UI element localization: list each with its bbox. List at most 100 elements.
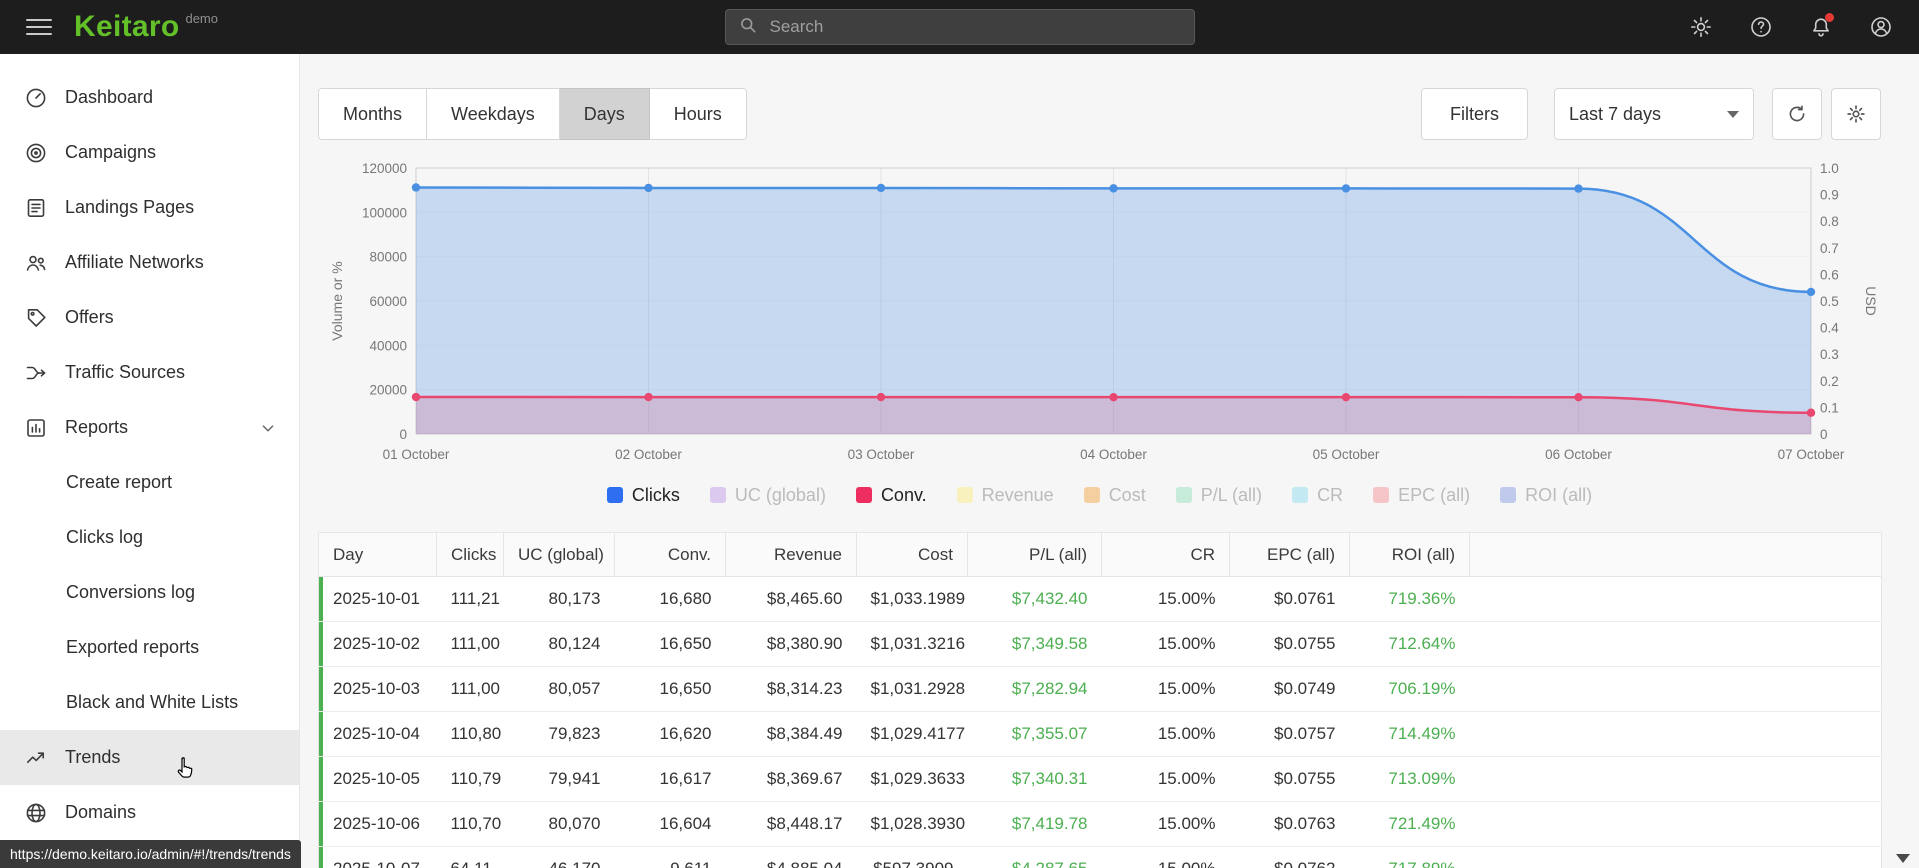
- sidebar-item-trends[interactable]: Trends: [0, 730, 299, 785]
- svg-text:06 October: 06 October: [1545, 447, 1612, 462]
- cell-uc-global: 46,170: [503, 846, 615, 868]
- cell-cr: 15.00%: [1101, 756, 1230, 802]
- svg-text:0: 0: [399, 427, 407, 442]
- status-url-tooltip: https://demo.keitaro.io/admin/#!/trends/…: [0, 840, 301, 868]
- sidebar-item-offers[interactable]: Offers: [0, 290, 299, 345]
- sidebar-item-domains[interactable]: Domains: [0, 785, 299, 840]
- toolbar-row: Months Weekdays Days Hours Filters Last 7 d…: [318, 88, 1881, 140]
- legend-item-clicks[interactable]: Clicks: [606, 485, 680, 506]
- column-header-cost[interactable]: Cost: [856, 532, 968, 577]
- legend-swatch: [1500, 487, 1517, 503]
- legend-item-roi-all[interactable]: ROI (all): [1500, 485, 1592, 506]
- legend-label: ROI (all): [1525, 484, 1593, 505]
- legend-swatch: [956, 487, 973, 503]
- sidebar-item-label: Exported reports: [66, 637, 200, 657]
- cell-cost: $1,031.3216: [856, 621, 968, 667]
- legend-item-epc-all[interactable]: EPC (all): [1373, 485, 1470, 506]
- legend-item-revenue[interactable]: Revenue: [956, 484, 1054, 506]
- column-header-roi-all[interactable]: ROI (all): [1349, 532, 1470, 577]
- cell-filler: [1469, 756, 1882, 802]
- sidebar-item-label: Traffic Sources: [65, 362, 186, 382]
- filters-button[interactable]: Filters: [1421, 88, 1528, 140]
- column-header-revenue[interactable]: Revenue: [725, 532, 857, 577]
- legend-item-p-l-all[interactable]: P/L (all): [1175, 485, 1262, 506]
- svg-text:20000: 20000: [369, 383, 407, 398]
- cell-clicks: 64,11: [436, 846, 504, 868]
- cell-revenue: $8,380.90: [725, 621, 857, 667]
- menu-icon[interactable]: [26, 14, 52, 40]
- help-icon[interactable]: [1749, 15, 1773, 39]
- column-header-p-l-all[interactable]: P/L (all): [967, 532, 1102, 577]
- column-header-epc-all[interactable]: EPC (all): [1229, 532, 1350, 577]
- sidebar-item-conversions-log[interactable]: Conversions log: [0, 565, 299, 620]
- cell-clicks: 110,79: [436, 756, 504, 802]
- legend-item-uc-global[interactable]: UC (global): [709, 485, 826, 506]
- sidebar-item-affiliate-networks[interactable]: Affiliate Networks: [0, 235, 299, 290]
- people-icon: [24, 251, 48, 275]
- legend-label: Revenue: [981, 484, 1054, 505]
- sidebar-item-black-and-white-lists[interactable]: Black and White Lists: [0, 675, 299, 730]
- sidebar-item-landings-pages[interactable]: Landings Pages: [0, 180, 299, 235]
- tab-hours[interactable]: Hours: [649, 88, 747, 140]
- cell-filler: [1469, 846, 1882, 868]
- tab-months[interactable]: Months: [318, 88, 428, 140]
- cell-p-l-all: $7,419.78: [967, 801, 1102, 847]
- trends-chart[interactable]: 0 20000 40000 60000 80000 100000 120000 0 0.1 0.2…: [318, 154, 1881, 466]
- table-row[interactable]: 2025-10-01 111,21 80,173 16,680 $8,465.60 $1,…: [318, 576, 1882, 622]
- settings-gear-icon[interactable]: [1689, 15, 1713, 39]
- sidebar-item-create-report[interactable]: Create report: [0, 455, 299, 510]
- refresh-button[interactable]: [1772, 88, 1822, 140]
- legend-label: CR: [1317, 484, 1344, 505]
- sidebar-item-dashboard[interactable]: Dashboard: [0, 70, 299, 125]
- cell-epc-all: $0.0757: [1229, 711, 1350, 757]
- user-account-icon[interactable]: [1869, 15, 1893, 39]
- trends-table: Day Clicks UC (global) Conv. Revenue Cost P/L …: [318, 532, 1882, 868]
- tab-days[interactable]: Days: [559, 88, 650, 140]
- search-box[interactable]: [724, 9, 1195, 45]
- cell-cr: 15.00%: [1101, 576, 1230, 622]
- table-row[interactable]: 2025-10-0764,1146,1709,611$4,885.04$597.…: [318, 846, 1882, 868]
- sidebar-item-traffic-sources[interactable]: Traffic Sources: [0, 345, 299, 400]
- legend-label: EPC (all): [1398, 484, 1471, 505]
- cell-cost: $597.3909: [856, 846, 968, 868]
- cell-cr: 15.00%: [1101, 801, 1230, 847]
- cell-conv: 9,611: [614, 846, 726, 868]
- cell-filler: [1469, 801, 1882, 847]
- legend-swatch: [1083, 487, 1100, 503]
- cell-day: 2025-10-03: [318, 666, 437, 712]
- pages-icon: [24, 196, 48, 220]
- legend-item-conv[interactable]: Conv.: [855, 485, 927, 506]
- table-row[interactable]: 2025-10-05 110,79 79,941 16,617 $8,369.67 $1,…: [318, 756, 1882, 802]
- table-row[interactable]: 2025-10-06 110,70 80,070 16,604 $8,448.17 $1,…: [318, 801, 1882, 847]
- sidebar-item-label: Dashboard: [65, 87, 154, 107]
- column-header-uc-global[interactable]: UC (global): [503, 532, 615, 577]
- sidebar-item-campaigns[interactable]: Campaigns: [0, 125, 299, 180]
- column-header-conv[interactable]: Conv.: [614, 532, 726, 577]
- cell-day: 2025-10-02: [318, 621, 437, 667]
- period-select[interactable]: Last 7 days: [1554, 88, 1754, 140]
- cell-clicks: 111,00: [436, 621, 504, 667]
- chart-settings-button[interactable]: [1831, 88, 1881, 140]
- svg-text:100000: 100000: [362, 205, 407, 220]
- table-row[interactable]: 2025-10-03 111,00 80,057 16,650 $8,314.23 $1,…: [318, 666, 1882, 712]
- sidebar-item-exported-reports[interactable]: Exported reports: [0, 620, 299, 675]
- legend-item-cr[interactable]: CR: [1292, 485, 1343, 506]
- legend-swatch: [1373, 487, 1390, 503]
- cell-revenue: $8,448.17: [725, 801, 857, 847]
- cell-cr: 15.00%: [1101, 846, 1230, 868]
- column-header-clicks[interactable]: Clicks: [436, 532, 504, 577]
- table-row[interactable]: 2025-10-02 111,00 80,124 16,650 $8,380.90 $1,…: [318, 621, 1882, 667]
- notifications-bell-icon[interactable]: [1809, 13, 1834, 39]
- cell-revenue: $8,314.23: [725, 666, 857, 712]
- table-row[interactable]: 2025-10-04 110,80 79,823 16,620 $8,384.49 $1,…: [318, 711, 1882, 757]
- column-header-cr[interactable]: CR: [1101, 532, 1230, 577]
- legend-item-cost[interactable]: Cost: [1083, 485, 1146, 506]
- logo[interactable]: Keitaro: [74, 12, 179, 42]
- sidebar-item-clicks-log[interactable]: Clicks log: [0, 510, 299, 565]
- column-header-day[interactable]: Day: [318, 532, 437, 577]
- svg-text:0.8: 0.8: [1820, 214, 1839, 229]
- tab-weekdays[interactable]: Weekdays: [427, 88, 560, 140]
- search-input[interactable]: [767, 16, 1182, 38]
- cell-conv: 16,620: [614, 711, 726, 757]
- sidebar-item-reports[interactable]: Reports: [0, 400, 299, 455]
